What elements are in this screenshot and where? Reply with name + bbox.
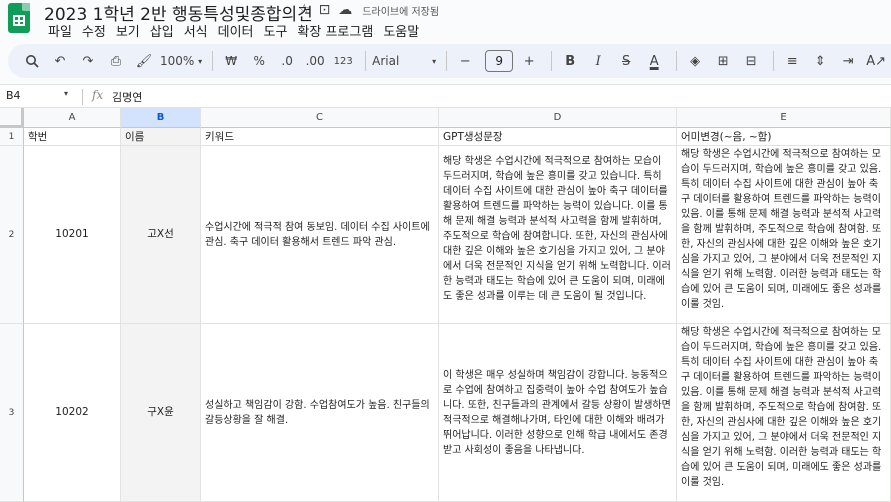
- select-all-corner[interactable]: [0, 108, 24, 128]
- formula-divider: [82, 89, 83, 105]
- cell-e1[interactable]: 어미변경(~음, ~함): [677, 128, 891, 146]
- sheets-logo-icon[interactable]: [8, 3, 30, 33]
- chevron-down-icon[interactable]: ▾: [64, 89, 68, 98]
- cell-c1[interactable]: 키워드: [201, 128, 439, 146]
- zoom-value: 100%: [160, 54, 195, 68]
- cell-a1[interactable]: 학번: [24, 128, 121, 146]
- cell-c3-text: 성실하고 책임감이 강함. 수업참여도가 높음. 친구들의 갈등상황을 잘 해결…: [205, 399, 430, 426]
- print-icon[interactable]: ⎙: [104, 48, 128, 74]
- cell-a3[interactable]: 10202: [24, 324, 121, 502]
- cell-e2[interactable]: 해당 학생은 수업시간에 적극적으로 참여하는 모습이 두드러지며, 학습에 높…: [677, 146, 891, 324]
- cell-a2[interactable]: 10201: [24, 146, 121, 324]
- cell-d3[interactable]: 이 학생은 매우 성실하며 책임감이 강합니다. 능동적으로 수업에 참여하고 …: [439, 324, 677, 502]
- toolbar-divider: [773, 51, 775, 71]
- menu-tools[interactable]: 도구: [260, 21, 294, 40]
- toolbar-divider: [212, 51, 214, 71]
- italic-button[interactable]: I: [586, 48, 610, 74]
- paint-format-icon[interactable]: 🖌: [132, 48, 156, 74]
- fx-icon: fx: [92, 88, 104, 102]
- title-bar: 2023 1학년 2반 행동특성및종합의견 ☆ ⊡ ☁ 드라이브에 저장됨 파일…: [0, 0, 891, 40]
- row-header-2[interactable]: 2: [0, 146, 24, 324]
- cell-c2[interactable]: 수업시간에 적극적 참여 동보임. 데이터 수집 사이트에 관심. 축구 데이터…: [201, 146, 439, 324]
- text-color-button[interactable]: A: [642, 48, 666, 74]
- redo-icon[interactable]: ↷: [76, 48, 100, 74]
- undo-icon[interactable]: ↶: [48, 48, 72, 74]
- row-header-1[interactable]: 1: [0, 128, 24, 146]
- increase-decimal-button[interactable]: .00: [303, 48, 327, 74]
- text-rotation-icon[interactable]: A↗: [864, 48, 888, 74]
- toolbar-divider: [365, 51, 367, 71]
- cell-b2[interactable]: 고X선: [121, 146, 201, 324]
- menu-extensions[interactable]: 확장 프로그램: [293, 21, 379, 40]
- menu-format[interactable]: 서식: [180, 21, 214, 40]
- menu-file[interactable]: 파일: [44, 21, 78, 40]
- vertical-align-icon[interactable]: ⇕: [808, 48, 832, 74]
- save-status: 드라이브에 저장됨: [362, 6, 440, 18]
- toolbar-divider: [551, 51, 553, 71]
- cell-d2[interactable]: 해당 학생은 수업시간에 적극적으로 참여하는 모습이 두드러지며, 학습에 높…: [439, 146, 677, 324]
- bold-button[interactable]: B: [558, 48, 582, 74]
- horizontal-align-icon[interactable]: ≡: [780, 48, 804, 74]
- move-to-folder-icon[interactable]: ⊡: [319, 2, 331, 18]
- cell-c2-text: 수업시간에 적극적 참여 동보임. 데이터 수집 사이트에 관심. 축구 데이터…: [205, 221, 430, 248]
- column-header-a[interactable]: A: [24, 108, 121, 128]
- zoom-select[interactable]: 100% ▾: [160, 48, 202, 74]
- currency-format-button[interactable]: ₩: [219, 48, 243, 74]
- column-header-b[interactable]: B: [121, 108, 201, 128]
- font-name: Arial: [372, 54, 400, 68]
- search-icon[interactable]: [20, 48, 44, 74]
- toolbar-divider: [676, 51, 678, 71]
- font-select[interactable]: Arial ▾: [372, 48, 436, 74]
- borders-icon[interactable]: ⊞: [711, 48, 735, 74]
- cell-c3[interactable]: 성실하고 책임감이 강함. 수업참여도가 높음. 친구들의 갈등상황을 잘 해결…: [201, 324, 439, 502]
- column-header-e[interactable]: E: [677, 108, 891, 128]
- star-icon[interactable]: ☆: [298, 2, 311, 18]
- menu-data[interactable]: 데이터: [214, 21, 260, 40]
- text-wrapping-icon[interactable]: ⇥: [836, 48, 860, 74]
- merge-cells-icon[interactable]: ⊟: [739, 48, 763, 74]
- cell-b1[interactable]: 이름: [121, 128, 201, 146]
- cell-d3-text: 이 학생은 매우 성실하며 책임감이 강합니다. 능동적으로 수업에 참여하고 …: [443, 369, 671, 456]
- cell-e3[interactable]: 해당 학생은 수업시간에 적극적으로 참여하는 모습이 두드러지며, 학습에 높…: [677, 324, 891, 502]
- menu-edit[interactable]: 수정: [78, 21, 112, 40]
- chevron-down-icon: ▾: [198, 56, 203, 66]
- formula-input[interactable]: 김명연: [112, 89, 142, 105]
- number-format-button[interactable]: 123: [331, 48, 355, 74]
- decrease-decimal-button[interactable]: .0: [275, 48, 299, 74]
- menu-view[interactable]: 보기: [112, 21, 146, 40]
- formula-bar: B4 ▾ fx 김명연: [0, 84, 891, 108]
- font-size-input[interactable]: 9: [485, 50, 514, 72]
- font-size-increase-button[interactable]: +: [517, 48, 541, 74]
- cell-d1[interactable]: GPT생성문장: [439, 128, 677, 146]
- menu-bar: 파일 수정 보기 삽입 서식 데이터 도구 확장 프로그램 도움말: [44, 21, 425, 40]
- cloud-saved-icon[interactable]: ☁: [338, 2, 352, 18]
- column-header-c[interactable]: C: [201, 108, 439, 128]
- chevron-down-icon: ▾: [432, 56, 437, 66]
- menu-help[interactable]: 도움말: [379, 21, 425, 40]
- toolbar-divider: [446, 51, 448, 71]
- sheet-grid: A B C D E 1 학번 이름 키워드 GPT생성문장 어미변경(~음, ~…: [0, 108, 891, 502]
- menu-insert[interactable]: 삽입: [146, 21, 180, 40]
- fill-color-icon[interactable]: ◈: [683, 48, 707, 74]
- font-size-decrease-button[interactable]: −: [453, 48, 477, 74]
- toolbar: ↶ ↷ ⎙ 🖌 100% ▾ ₩ % .0 .00 123 Arial ▾ − 9…: [8, 44, 891, 78]
- percent-format-button[interactable]: %: [247, 48, 271, 74]
- column-header-d[interactable]: D: [439, 108, 677, 128]
- strikethrough-button[interactable]: S: [614, 48, 638, 74]
- row-header-3[interactable]: 3: [0, 324, 24, 502]
- cell-b3[interactable]: 구X윤: [121, 324, 201, 502]
- title-icons: ☆ ⊡ ☁ 드라이브에 저장됨: [298, 2, 439, 18]
